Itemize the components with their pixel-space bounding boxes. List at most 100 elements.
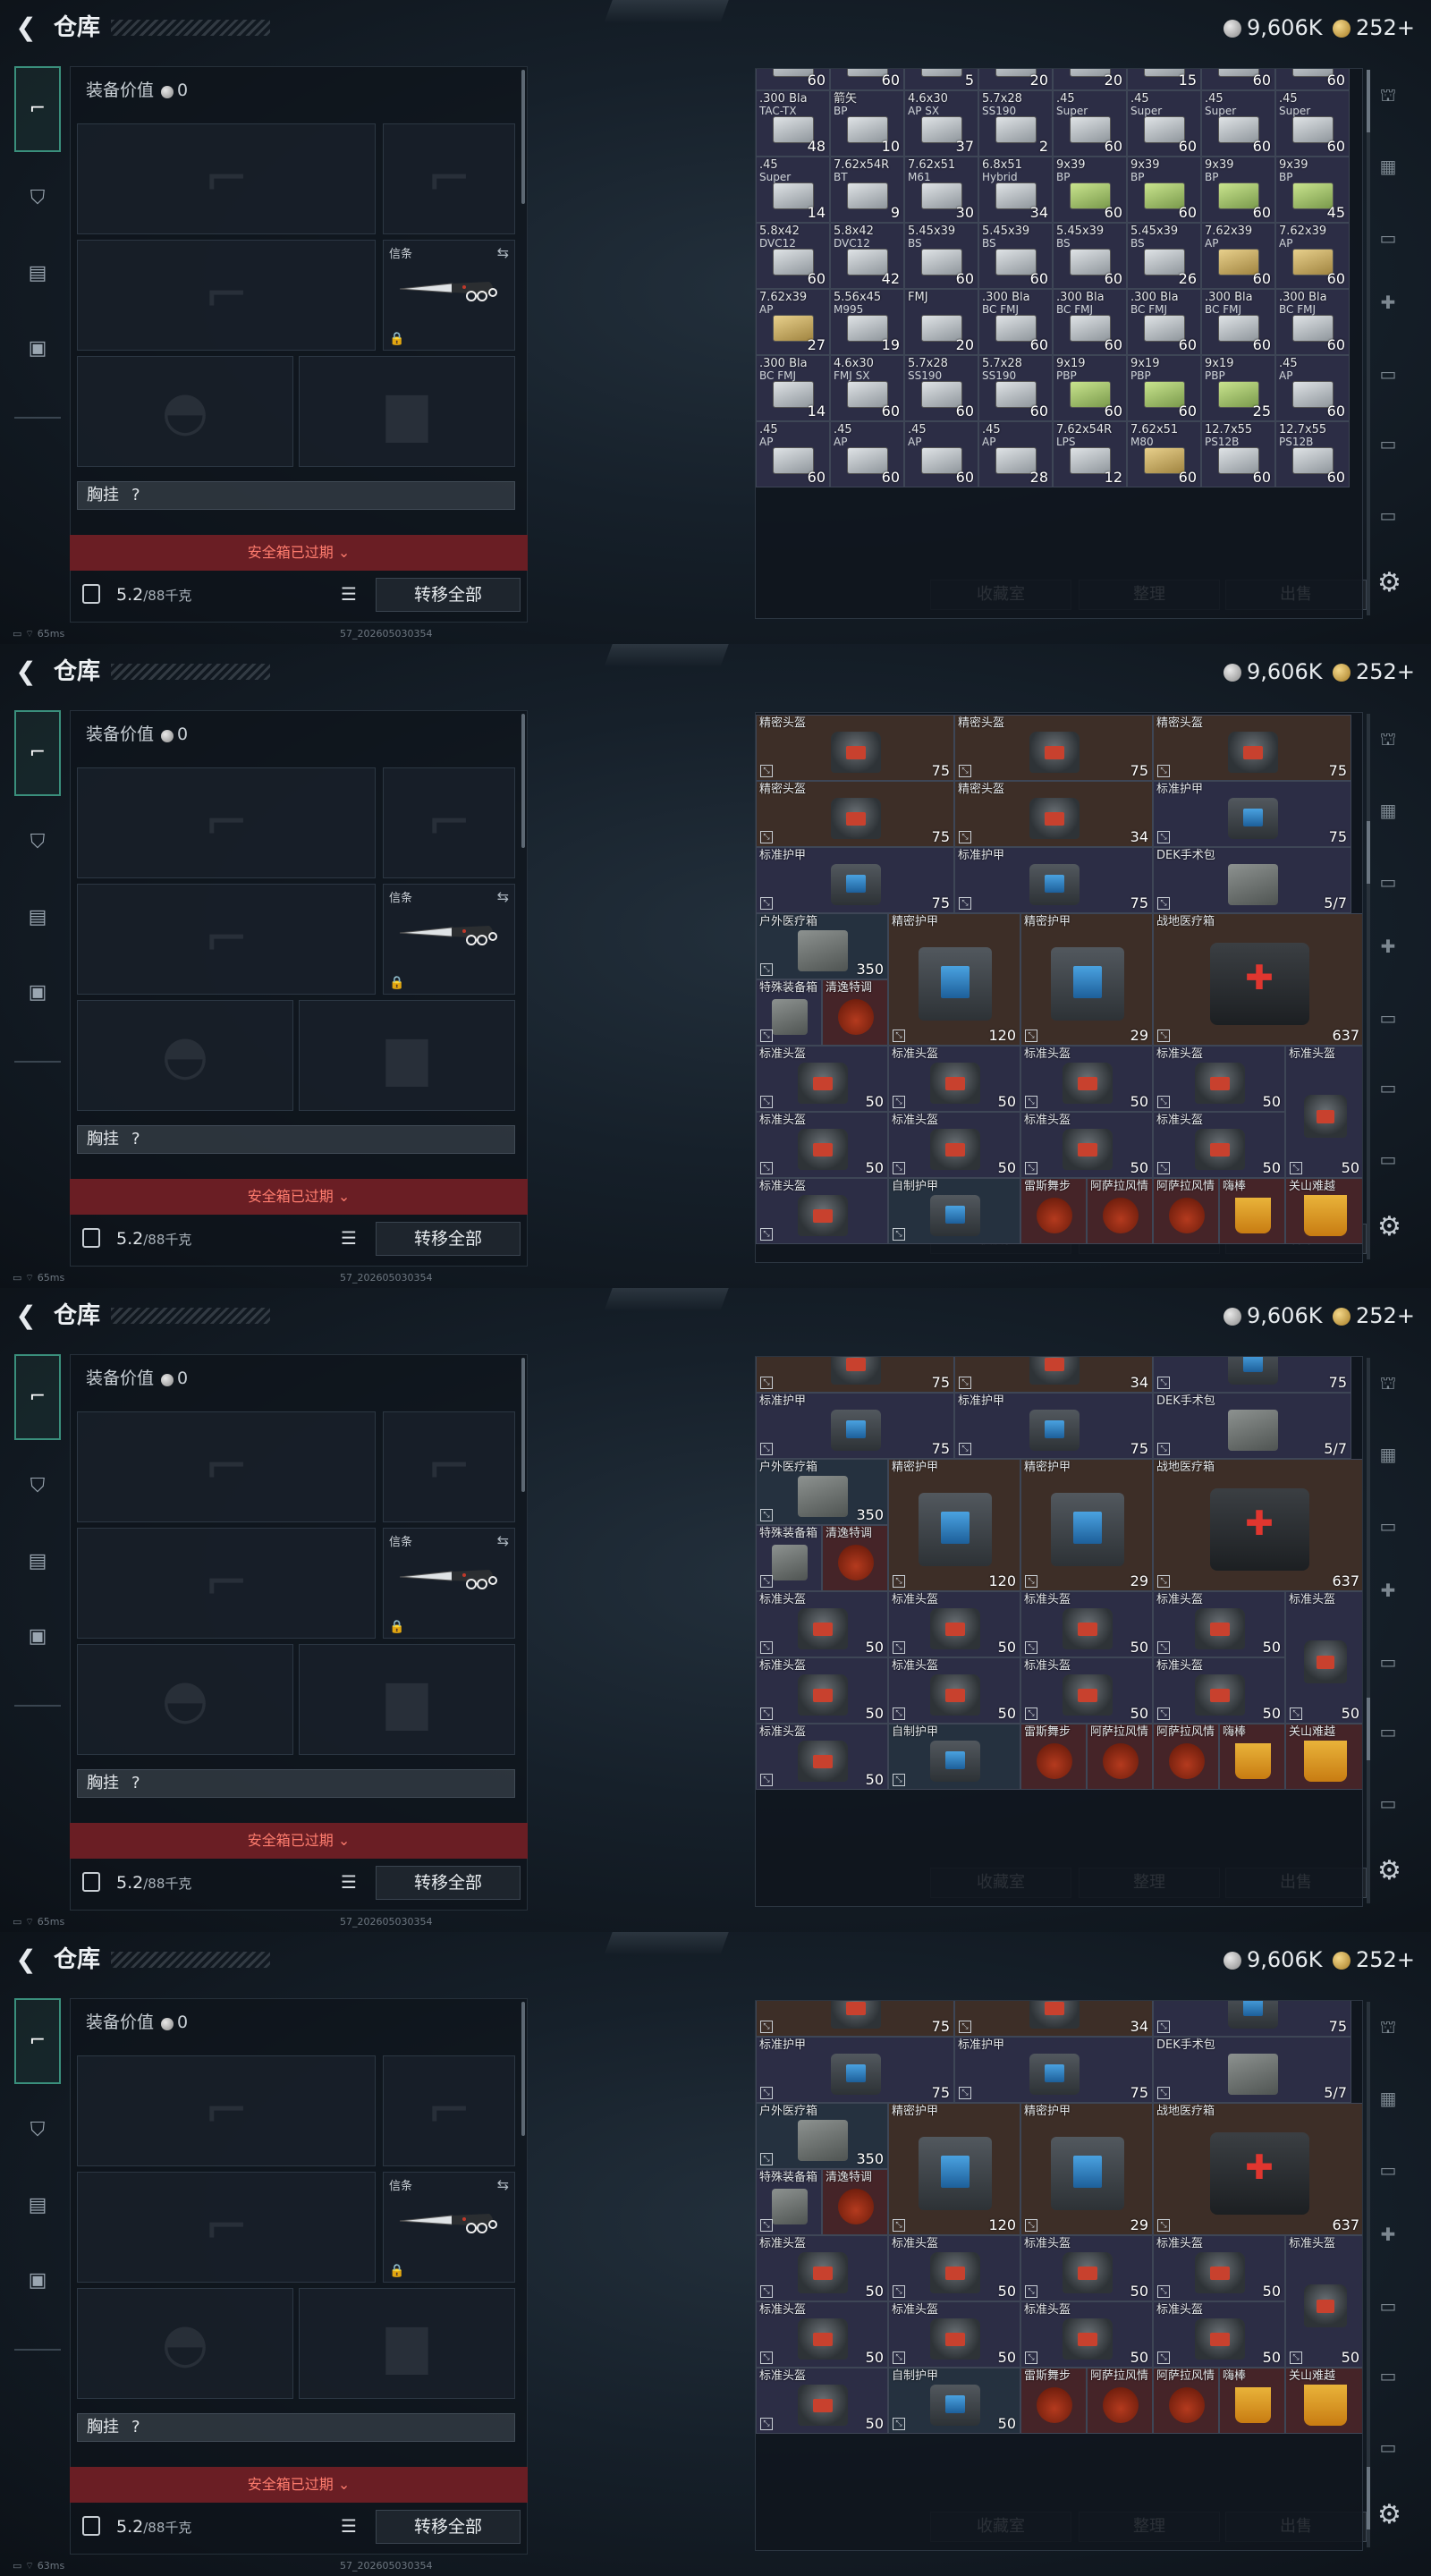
nav-weapons-icon[interactable]: ⌐ <box>14 710 61 796</box>
ammo-item[interactable]: .45 Super 60 <box>1127 90 1201 157</box>
nav-weapons-icon[interactable]: ⌐ <box>14 1354 61 1440</box>
primary-weapon-slot[interactable]: ⌐ <box>77 123 376 234</box>
safe-box-expired-banner[interactable]: 安全箱已过期 ⌄ <box>70 2467 528 2503</box>
nav-vest-icon[interactable]: ▤ <box>14 2182 61 2229</box>
item-cell[interactable]: 标准护甲 75 ⤡ <box>756 2037 954 2103</box>
locker-icon[interactable]: ▭ <box>1370 2152 1406 2188</box>
ammo-item[interactable]: 9x39 BP 60 <box>1201 157 1275 223</box>
item-cell[interactable]: 75 ⤡ <box>756 1357 954 1393</box>
add-storage-icon[interactable]: ✚ <box>1370 1572 1406 1608</box>
nav-case-icon[interactable]: ▣ <box>14 1614 61 1660</box>
ammo-item[interactable]: .45 Super 14 <box>756 157 830 223</box>
ammo-item[interactable]: 5.7x28 SS190 2 <box>978 90 1053 157</box>
nav-vest-icon[interactable]: ▤ <box>14 894 61 941</box>
item-cell[interactable]: 精密护甲 29 ⤡ <box>1020 2103 1153 2235</box>
gold-currency[interactable]: 252+ <box>1333 13 1415 43</box>
item-cell[interactable]: 34 ⤡ <box>954 2001 1153 2037</box>
transfer-all-button[interactable]: 转移全部 <box>376 2510 521 2544</box>
ammo-item[interactable]: 5.45x39 BS 60 <box>904 223 978 289</box>
equipment-scrollbar[interactable] <box>521 70 525 204</box>
ammo-item[interactable]: .300 Bla BC FMJ 60 <box>1127 289 1201 355</box>
item-cell[interactable]: 清逸特调 <box>822 979 888 1046</box>
item-cell[interactable]: 标准头盔 50 ⤡ <box>888 1591 1020 1657</box>
ammo-item[interactable]: 60 <box>830 69 904 90</box>
item-cell[interactable]: 标准头盔 50 ⤡ <box>888 1112 1020 1178</box>
item-cell[interactable]: 精密头盔 75 ⤡ <box>756 781 954 847</box>
swap-icon[interactable]: ⇆ <box>497 1532 509 1549</box>
item-cell[interactable]: 标准头盔 50 ⤡ <box>1020 2235 1153 2301</box>
ammo-item[interactable]: 7.62x39 AP 60 <box>1201 223 1275 289</box>
helmet-slot[interactable]: ◓ <box>77 1644 293 1755</box>
item-cell[interactable]: 阿萨拉风情 <box>1087 2368 1153 2434</box>
nav-weapons-icon[interactable]: ⌐ <box>14 1998 61 2084</box>
item-cell[interactable]: 精密护甲 120 ⤡ <box>888 2103 1020 2235</box>
melee-slot[interactable]: 信条 ⇆ 🔒 <box>383 2172 515 2283</box>
ammo-item[interactable]: .300 Bla BC FMJ 60 <box>978 289 1053 355</box>
ammo-item[interactable]: 12.7x55 PS12B 60 <box>1201 421 1275 487</box>
item-cell[interactable]: 75 ⤡ <box>756 2001 954 2037</box>
item-cell[interactable]: 户外医疗箱 350 ⤡ <box>756 913 888 979</box>
ammo-item[interactable]: 5.7x28 SS190 60 <box>904 355 978 421</box>
item-cell[interactable]: 标准头盔 50 ⤡ <box>1020 2301 1153 2368</box>
ammo-item[interactable]: 7.62x39 AP 60 <box>1275 223 1350 289</box>
item-cell[interactable]: 标准头盔 50 ⤡ <box>888 1657 1020 1724</box>
ammo-item[interactable]: 5.45x39 BS 60 <box>1053 223 1127 289</box>
chest-rig-slot[interactable]: 胸挂? <box>77 1769 515 1798</box>
ammo-item[interactable]: 60 <box>1275 69 1350 90</box>
ammo-item[interactable]: 9x19 PBP 60 <box>1127 355 1201 421</box>
item-cell[interactable]: 自制护甲 ⤡ <box>888 1178 1020 1244</box>
list-view-icon[interactable]: ☰ <box>338 2515 360 2537</box>
item-cell[interactable]: 标准头盔 50 ⤡ <box>1285 1046 1362 1178</box>
map-icon[interactable]: ⛫ <box>1370 721 1406 757</box>
storage-2-icon[interactable]: ▭ <box>1370 1644 1406 1680</box>
nav-case-icon[interactable]: ▣ <box>14 2258 61 2304</box>
melee-slot[interactable]: 信条 ⇆ 🔒 <box>383 884 515 995</box>
ammo-item[interactable]: FMJ 20 <box>904 289 978 355</box>
item-cell[interactable]: 34 ⤡ <box>954 1357 1153 1393</box>
storage-2-icon[interactable]: ▭ <box>1370 1000 1406 1036</box>
storage-2-icon[interactable]: ▭ <box>1370 2288 1406 2324</box>
gold-add-icon[interactable]: + <box>1397 1303 1415 1328</box>
item-cell[interactable]: 标准头盔 50 ⤡ <box>1153 1112 1285 1178</box>
item-cell[interactable]: 标准头盔 50 ⤡ <box>1153 1046 1285 1112</box>
gold-add-icon[interactable]: + <box>1397 659 1415 684</box>
swap-icon[interactable]: ⇆ <box>497 2176 509 2193</box>
ammo-item[interactable]: .45 Super 60 <box>1275 90 1350 157</box>
item-cell[interactable]: 精密头盔 75 ⤡ <box>756 715 954 781</box>
ammo-item[interactable]: 7.62x51 M61 30 <box>904 157 978 223</box>
list-view-icon[interactable]: ☰ <box>338 1227 360 1249</box>
item-cell[interactable]: 特殊装备箱 ⤡ <box>756 979 822 1046</box>
back-arrow-icon[interactable]: ❮ <box>13 13 39 43</box>
item-cell[interactable]: 特殊装备箱 ⤡ <box>756 2169 822 2235</box>
primary-weapon-slot[interactable]: ⌐ <box>77 1411 376 1522</box>
ammo-item[interactable]: .300 Bla BC FMJ 60 <box>1201 289 1275 355</box>
item-cell[interactable]: 雷斯舞步 <box>1020 1724 1087 1790</box>
equipment-scrollbar[interactable] <box>521 1358 525 1492</box>
item-cell[interactable]: 精密头盔 75 ⤡ <box>1153 715 1351 781</box>
item-cell[interactable]: 精密护甲 29 ⤡ <box>1020 913 1153 1046</box>
equipment-scrollbar[interactable] <box>521 2002 525 2136</box>
item-cell[interactable]: 标准护甲 75 ⤡ <box>1153 781 1351 847</box>
melee-slot[interactable]: 信条 ⇆ 🔒 <box>383 1528 515 1639</box>
item-cell[interactable]: 自制护甲 50 ⤡ <box>888 2368 1020 2434</box>
ammo-item[interactable]: .45 AP 60 <box>1275 355 1350 421</box>
nav-vest-icon[interactable]: ▤ <box>14 1538 61 1585</box>
storage-3-icon[interactable]: ▭ <box>1370 1714 1406 1750</box>
armor-slot[interactable]: ▆ <box>299 356 515 467</box>
storage-4-icon[interactable]: ▭ <box>1370 497 1406 533</box>
pistol-slot[interactable]: ⌐ <box>383 123 515 234</box>
item-cell[interactable]: 标准护甲 75 ⤡ <box>756 847 954 913</box>
nav-vest-icon[interactable]: ▤ <box>14 250 61 297</box>
back-arrow-icon[interactable]: ❮ <box>13 1945 39 1975</box>
ammo-item[interactable]: 7.62x54R LPS 12 <box>1053 421 1127 487</box>
transfer-all-button[interactable]: 转移全部 <box>376 1866 521 1900</box>
pistol-slot[interactable]: ⌐ <box>383 2055 515 2166</box>
armory-icon[interactable]: ▦ <box>1370 148 1406 184</box>
ammo-item[interactable]: .300 Bla BC FMJ 14 <box>756 355 830 421</box>
ammo-item[interactable]: 4.6x30 AP SX 37 <box>904 90 978 157</box>
add-storage-icon[interactable]: ✚ <box>1370 2216 1406 2252</box>
item-cell[interactable]: 标准头盔 50 ⤡ <box>1020 1657 1153 1724</box>
item-cell[interactable]: 户外医疗箱 350 ⤡ <box>756 2103 888 2169</box>
item-cell[interactable]: 标准头盔 50 ⤡ <box>888 2235 1020 2301</box>
item-cell[interactable]: 雷斯舞步 <box>1020 2368 1087 2434</box>
